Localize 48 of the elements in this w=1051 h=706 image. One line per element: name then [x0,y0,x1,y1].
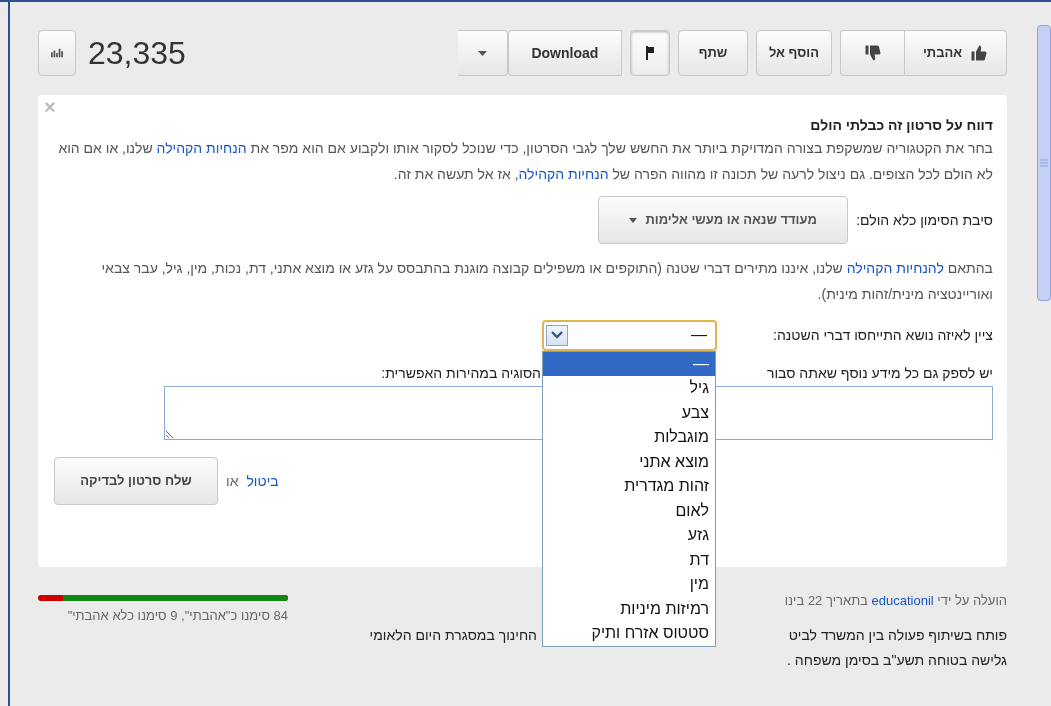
policy-paragraph: בהתאם להנחיות הקהילה שלנו, איננו מתירים דברי שטנה (התוקפים או משפילים קבוצה מוגנת בהתבסס על גזע או מוצא אתני, דת, נכות, מין, גיל, עבר צבאי ואוריינטציה מינית/זהות מינית). [100,259,993,304]
grip-icon [1040,159,1048,167]
reason-label: סיבת הסימון כלא הולם: [856,210,993,230]
action-button[interactable]: שתף [677,30,748,76]
submit-button[interactable]: שלח סרטון לבדיקה [54,457,218,505]
or-text: או [226,471,239,491]
topic-option[interactable]: זהות מגדרית [543,474,715,499]
intro-paragraph: בחר את הקטגוריה שמשקפת בצורה המדויקת ביותר את החשש שלך לגבי הסרטון, כדי שנוכל לסקור אותו ולקבוע אם הוא מפר את הנחיות הקהילה שלנו, או אם הוא לא הולם לכל הצופים. גם ניצול לרעה של תכונה זו מהווה הפרה של הנחיות הקהילה, אז אל תעשה את זה. [57,139,993,184]
description-text: גלישה בטוחה תשע"ב בסימן משפחה . [787,651,1007,670]
dislike-button[interactable] [840,30,904,76]
flag-icon [644,46,655,60]
flag-button[interactable] [629,30,670,76]
description-text: פותח בשיתוף פעולה בין המשרד לביט [787,626,1007,645]
rating-summary: 84 סימנו כ"אהבתי", 9 סימנו כלא אהבתי" [66,607,288,625]
topic-option[interactable]: לאום [543,498,715,523]
topic-select[interactable]: — [542,319,717,351]
community-guidelines-link[interactable]: להנחיות הקהילה [846,260,944,276]
uploader-link[interactable]: educationil [871,593,934,608]
topic-option[interactable]: גזע [543,523,715,548]
thumbs-up-icon [970,44,989,62]
topic-option[interactable]: צבע [543,400,715,425]
topic-option[interactable]: מוגבלות [543,425,715,450]
cancel-link[interactable]: ביטול [246,470,279,492]
report-title: דווח על סרטון זה כבלתי הולם [809,116,993,135]
topic-label: ציין לאיזה נושא התייחסו דברי השטנה: [772,325,993,345]
topic-option[interactable]: — [543,351,715,376]
bar-chart-icon [51,48,63,58]
topic-option[interactable]: דת [543,547,715,572]
topic-option[interactable]: מוצא אתני [543,449,715,474]
thumbs-down-icon [863,44,882,62]
description-text: החינוך במסגרת היום הלאומי [369,626,537,645]
action-button[interactable]: הוסף אל [755,30,832,76]
topic-option[interactable]: גיל [543,376,715,401]
details-label: יש לספק גם כל מידע נוסף שאתה סבור [765,363,993,383]
chevron-down-icon [546,324,568,346]
like-button[interactable]: אהבתי [904,30,1007,76]
caret-icon [477,50,487,56]
community-guidelines-link[interactable]: הנחיות הקהילה [156,140,247,156]
details-label: הסוגיה במהירות האפשרית: [381,363,541,383]
download-button[interactable]: Download [507,30,622,76]
stats-button[interactable] [38,30,76,76]
view-count: 23,335 [88,34,186,73]
scrollbar-thumb[interactable] [1037,25,1051,301]
topic-option[interactable]: רמיזות מיניות [543,596,715,621]
topic-option[interactable]: מין [543,572,715,597]
caret-icon [629,217,638,223]
topic-option[interactable]: סטטוס אזרח ותיק [543,621,715,646]
reason-dropdown[interactable]: מעודד שנאה או מעשי אלימות [598,196,849,244]
